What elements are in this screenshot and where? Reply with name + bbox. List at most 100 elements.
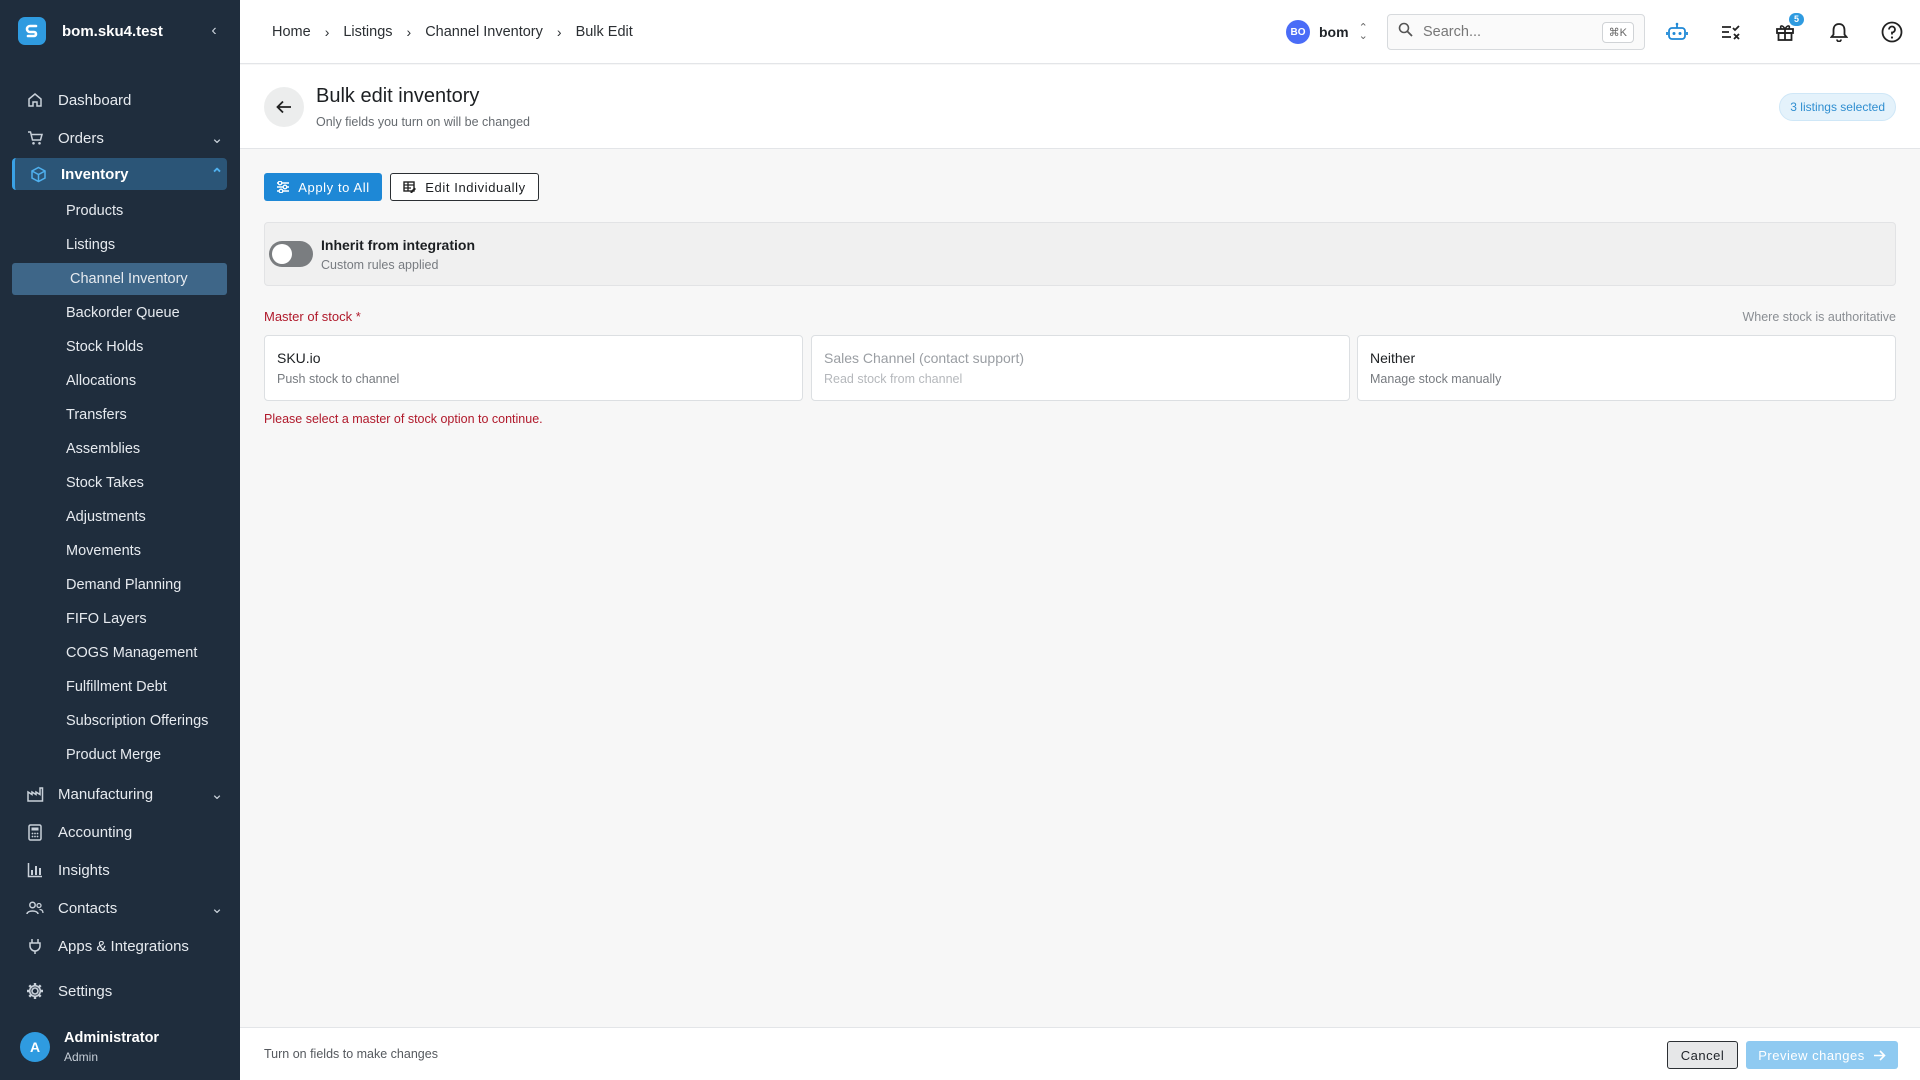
factory-icon <box>26 785 44 803</box>
cube-icon <box>29 165 47 183</box>
app-logo-icon[interactable] <box>18 17 46 45</box>
selection-count-badge: 3 listings selected <box>1779 93 1896 121</box>
user-meta: Administrator Admin <box>64 1030 159 1064</box>
edit-individually-button[interactable]: Edit Individually <box>390 173 539 201</box>
unfold-icon: ⌃ ⌄ <box>1358 22 1368 42</box>
arrow-right-icon <box>1873 1049 1886 1061</box>
option-neither[interactable]: Neither Manage stock manually <box>1357 335 1896 401</box>
nav-settings[interactable]: Settings <box>12 975 227 1007</box>
option-sales-channel: Sales Channel (contact support) Read sto… <box>811 335 1350 401</box>
chevron-left-icon[interactable]: ‹ <box>204 22 224 40</box>
footer-hint: Turn on fields to make changes <box>264 1047 438 1061</box>
chevron-right-icon: › <box>324 23 330 40</box>
sidebar-item-backorder-queue[interactable]: Backorder Queue <box>12 297 227 329</box>
topbar: Home › Listings › Channel Inventory › Bu… <box>240 0 1920 64</box>
nav-insights[interactable]: Insights <box>12 854 227 886</box>
footer-bar: Turn on fields to make changes Cancel Pr… <box>240 1027 1920 1080</box>
sidebar-header: bom.sku4.test ‹ <box>0 0 240 62</box>
sidebar-item-stock-holds[interactable]: Stock Holds <box>12 331 227 363</box>
option-title: SKU.io <box>277 350 321 366</box>
help-icon[interactable] <box>1880 20 1904 44</box>
checklist-icon[interactable] <box>1719 20 1743 44</box>
table-edit-icon <box>403 180 417 193</box>
preview-changes-button[interactable]: Preview changes <box>1746 1041 1898 1069</box>
avatar: A <box>20 1032 50 1062</box>
apply-to-all-button[interactable]: Apply to All <box>264 173 382 201</box>
option-title: Sales Channel (contact support) <box>824 350 1024 366</box>
nav-contacts[interactable]: Contacts ⌄ <box>12 892 227 924</box>
breadcrumb: Home › Listings › Channel Inventory › Bu… <box>240 24 633 40</box>
gear-icon <box>26 982 44 1000</box>
cancel-button[interactable]: Cancel <box>1667 1041 1738 1069</box>
chevron-down-icon: ⌄ <box>210 786 224 803</box>
user-profile[interactable]: A Administrator Admin <box>0 1014 240 1080</box>
nav-label: Apps & Integrations <box>58 937 189 955</box>
robot-icon[interactable] <box>1665 20 1689 44</box>
nav-label: Insights <box>58 861 110 879</box>
sidebar-item-demand-planning[interactable]: Demand Planning <box>12 569 227 601</box>
validation-error: Please select a master of stock option t… <box>264 412 543 426</box>
master-of-stock-label: Master of stock * <box>264 309 361 324</box>
option-subtitle: Read stock from channel <box>824 372 963 386</box>
search-shortcut: ⌘K <box>1601 21 1634 43</box>
preview-changes-label: Preview changes <box>1758 1047 1865 1063</box>
tune-icon <box>277 181 290 193</box>
nav-apps-integrations[interactable]: Apps & Integrations <box>12 930 227 962</box>
inherit-subtitle: Custom rules applied <box>321 258 439 272</box>
sidebar-item-assemblies[interactable]: Assemblies <box>12 433 227 465</box>
breadcrumb-home[interactable]: Home <box>272 24 311 40</box>
nav-label: Settings <box>58 982 113 1000</box>
nav-inventory[interactable]: Inventory ⌃ <box>12 158 227 190</box>
nav-orders[interactable]: Orders ⌄ <box>12 122 227 154</box>
nav-label: Contacts <box>58 899 118 917</box>
sidebar-item-transfers[interactable]: Transfers <box>12 399 227 431</box>
inherit-title: Inherit from integration <box>321 237 475 253</box>
nav-label: Inventory <box>61 165 129 183</box>
bell-icon[interactable] <box>1827 20 1851 44</box>
search-input[interactable]: Search... ⌘K <box>1387 14 1645 50</box>
inherit-from-integration-panel: Inherit from integration Custom rules ap… <box>264 222 1896 286</box>
page-header: Bulk edit inventory Only fields you turn… <box>240 65 1920 149</box>
nav-label: Accounting <box>58 823 133 841</box>
nav-dashboard[interactable]: Dashboard <box>12 84 227 116</box>
sidebar-item-fulfillment-debt[interactable]: Fulfillment Debt <box>12 671 227 703</box>
sidebar-item-channel-inventory[interactable]: Channel Inventory <box>12 263 227 295</box>
org-switcher[interactable]: BO bom ⌃ ⌄ <box>1286 20 1368 44</box>
chevron-right-icon: › <box>556 23 562 40</box>
breadcrumb-bulk-edit: Bulk Edit <box>575 23 633 40</box>
page-subtitle: Only fields you turn on will be changed <box>316 115 531 129</box>
notification-count-badge: 5 <box>1789 13 1804 26</box>
sidebar-item-stock-takes[interactable]: Stock Takes <box>12 467 227 499</box>
sidebar-item-products[interactable]: Products <box>12 195 227 227</box>
bar-chart-icon <box>26 861 44 879</box>
sidebar-item-product-merge[interactable]: Product Merge <box>12 739 227 771</box>
option-skuio[interactable]: SKU.io Push stock to channel <box>264 335 803 401</box>
nav-accounting[interactable]: Accounting <box>12 816 227 848</box>
org-badge: BO <box>1286 20 1310 44</box>
option-subtitle: Push stock to channel <box>277 372 400 386</box>
chevron-down-icon: ⌄ <box>210 900 224 917</box>
nav-label: Manufacturing <box>58 785 154 803</box>
org-title: bom.sku4.test <box>62 22 163 40</box>
gift-icon[interactable]: 5 <box>1773 13 1804 44</box>
search-icon <box>1398 22 1413 42</box>
user-role: Admin <box>64 1050 99 1064</box>
back-button[interactable] <box>264 87 304 127</box>
sidebar-item-fifo-layers[interactable]: FIFO Layers <box>12 603 227 635</box>
chevron-down-icon: ⌄ <box>210 130 224 147</box>
edit-individually-label: Edit Individually <box>425 179 526 195</box>
nav-manufacturing[interactable]: Manufacturing ⌄ <box>12 778 227 810</box>
breadcrumb-channel-inventory[interactable]: Channel Inventory <box>425 24 543 40</box>
sidebar-item-listings[interactable]: Listings <box>12 229 227 261</box>
option-title: Neither <box>1370 350 1416 366</box>
breadcrumb-listings[interactable]: Listings <box>343 24 392 40</box>
sidebar-item-subscription-offerings[interactable]: Subscription Offerings <box>12 705 227 737</box>
sidebar-item-allocations[interactable]: Allocations <box>12 365 227 397</box>
inherit-toggle[interactable] <box>269 241 313 267</box>
cart-icon <box>26 129 44 147</box>
sidebar-item-movements[interactable]: Movements <box>12 535 227 567</box>
master-of-stock-hint: Where stock is authoritative <box>1742 310 1896 324</box>
sidebar-item-cogs-management[interactable]: COGS Management <box>12 637 227 669</box>
sidebar-item-adjustments[interactable]: Adjustments <box>12 501 227 533</box>
home-icon <box>26 91 44 109</box>
